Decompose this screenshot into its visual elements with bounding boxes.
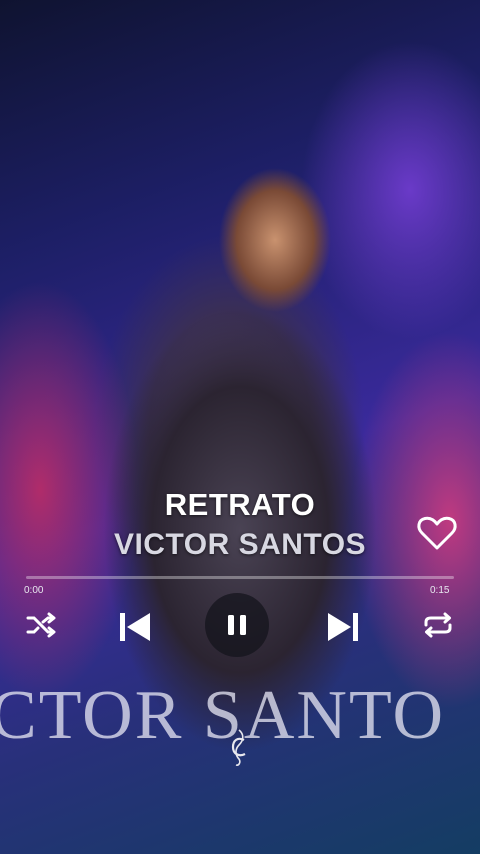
duration-time: 0:15 xyxy=(430,585,450,596)
channel-logo xyxy=(224,728,256,768)
repeat-icon xyxy=(424,612,452,638)
treble-clef-logo-icon xyxy=(231,729,246,766)
heart-outline-icon xyxy=(417,516,457,550)
play-pause-button[interactable] xyxy=(205,593,269,657)
skip-next-icon xyxy=(328,613,358,641)
current-time: 0:00 xyxy=(24,585,44,596)
progress-bar[interactable] xyxy=(26,576,454,579)
pause-icon xyxy=(228,615,246,635)
skip-previous-icon xyxy=(120,613,150,641)
song-artist: VICTOR SANTOS xyxy=(113,528,367,561)
song-title: RETRATO xyxy=(164,487,316,522)
next-button[interactable] xyxy=(322,606,364,648)
repeat-button[interactable] xyxy=(420,608,456,642)
shuffle-icon xyxy=(26,612,56,638)
shuffle-button[interactable] xyxy=(24,608,58,642)
like-button[interactable] xyxy=(416,514,458,552)
previous-button[interactable] xyxy=(114,606,156,648)
